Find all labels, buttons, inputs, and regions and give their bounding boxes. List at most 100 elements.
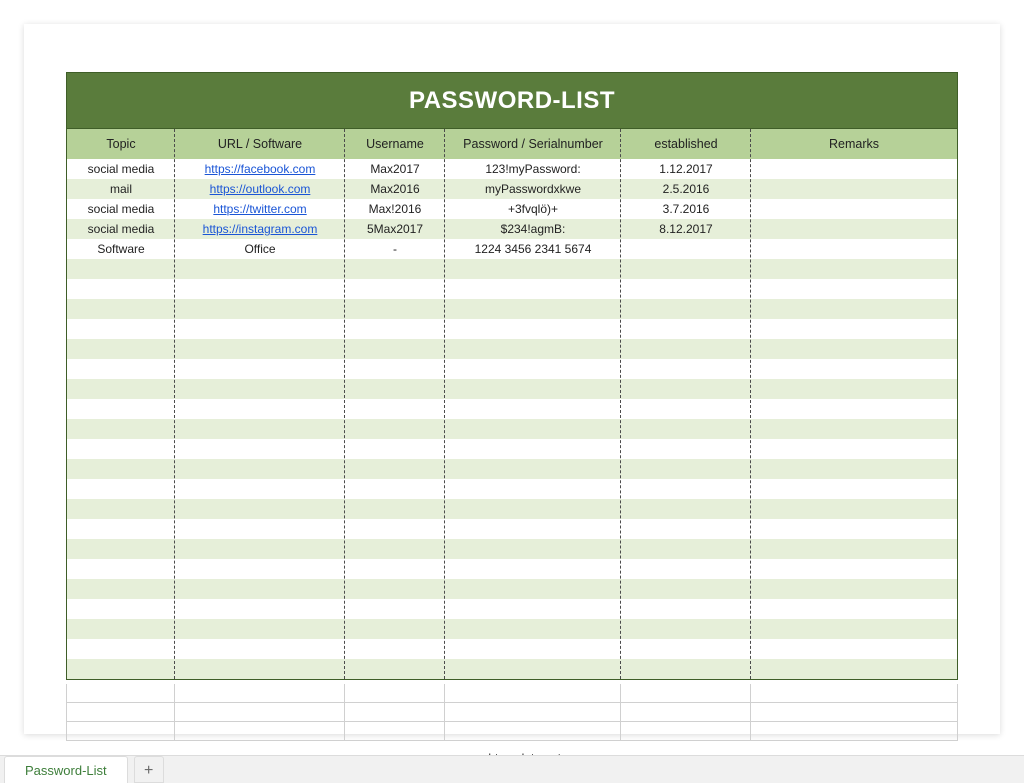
- table-cell[interactable]: Max!2016: [345, 199, 445, 219]
- table-cell[interactable]: 123!myPassword:: [445, 159, 621, 179]
- table-cell[interactable]: [751, 479, 957, 499]
- table-cell[interactable]: [751, 519, 957, 539]
- table-cell[interactable]: [345, 499, 445, 519]
- table-cell[interactable]: [67, 559, 175, 579]
- table-cell[interactable]: [621, 239, 751, 259]
- table-cell[interactable]: [345, 639, 445, 659]
- sheet-cell[interactable]: [621, 703, 751, 721]
- url-link[interactable]: https://instagram.com: [203, 222, 318, 236]
- table-cell[interactable]: [175, 299, 345, 319]
- table-cell[interactable]: [621, 419, 751, 439]
- sheet-tab-active[interactable]: Password-List: [4, 756, 128, 783]
- table-cell[interactable]: [445, 519, 621, 539]
- table-cell[interactable]: [445, 479, 621, 499]
- sheet-cell[interactable]: [175, 684, 345, 702]
- table-cell[interactable]: [621, 639, 751, 659]
- sheet-cell[interactable]: [67, 722, 175, 740]
- table-cell[interactable]: [345, 339, 445, 359]
- sheet-cell[interactable]: [345, 703, 445, 721]
- table-cell[interactable]: [175, 639, 345, 659]
- table-cell[interactable]: [751, 419, 957, 439]
- table-cell[interactable]: social media: [67, 159, 175, 179]
- table-cell[interactable]: Max2016: [345, 179, 445, 199]
- table-cell[interactable]: https://outlook.com: [175, 179, 345, 199]
- sheet-cell[interactable]: [445, 684, 621, 702]
- table-cell[interactable]: [175, 339, 345, 359]
- table-cell[interactable]: [445, 439, 621, 459]
- table-cell[interactable]: [345, 379, 445, 399]
- table-cell[interactable]: [67, 279, 175, 299]
- table-cell[interactable]: [445, 359, 621, 379]
- table-cell[interactable]: [751, 619, 957, 639]
- table-cell[interactable]: social media: [67, 199, 175, 219]
- table-cell[interactable]: [621, 579, 751, 599]
- table-cell[interactable]: [175, 539, 345, 559]
- table-cell[interactable]: [175, 519, 345, 539]
- table-cell[interactable]: [175, 619, 345, 639]
- table-cell[interactable]: [445, 319, 621, 339]
- table-cell[interactable]: [345, 579, 445, 599]
- table-cell[interactable]: 1224 3456 2341 5674: [445, 239, 621, 259]
- sheet-cell[interactable]: [345, 722, 445, 740]
- table-cell[interactable]: [445, 379, 621, 399]
- table-cell[interactable]: [67, 439, 175, 459]
- table-cell[interactable]: [621, 399, 751, 419]
- table-cell[interactable]: [751, 239, 957, 259]
- table-cell[interactable]: [621, 659, 751, 679]
- sheet-cell[interactable]: [445, 722, 621, 740]
- table-cell[interactable]: [345, 539, 445, 559]
- table-cell[interactable]: [345, 399, 445, 419]
- table-cell[interactable]: https://twitter.com: [175, 199, 345, 219]
- table-cell[interactable]: [751, 299, 957, 319]
- table-cell[interactable]: [67, 399, 175, 419]
- table-cell[interactable]: [175, 359, 345, 379]
- table-cell[interactable]: [621, 459, 751, 479]
- sheet-cell[interactable]: [67, 684, 175, 702]
- table-cell[interactable]: [445, 619, 621, 639]
- table-cell[interactable]: [621, 379, 751, 399]
- table-cell[interactable]: [751, 399, 957, 419]
- table-cell[interactable]: [67, 499, 175, 519]
- table-cell[interactable]: 1.12.2017: [621, 159, 751, 179]
- sheet-cell[interactable]: [621, 684, 751, 702]
- table-cell[interactable]: Office: [175, 239, 345, 259]
- table-cell[interactable]: [175, 659, 345, 679]
- table-cell[interactable]: [67, 359, 175, 379]
- table-cell[interactable]: [621, 319, 751, 339]
- table-cell[interactable]: [67, 619, 175, 639]
- table-cell[interactable]: [345, 559, 445, 579]
- table-cell[interactable]: [345, 259, 445, 279]
- table-cell[interactable]: [67, 539, 175, 559]
- table-cell[interactable]: [621, 559, 751, 579]
- table-cell[interactable]: [67, 599, 175, 619]
- sheet-cell[interactable]: [175, 703, 345, 721]
- table-cell[interactable]: [445, 499, 621, 519]
- table-cell[interactable]: [445, 299, 621, 319]
- table-cell[interactable]: [445, 399, 621, 419]
- table-cell[interactable]: [67, 299, 175, 319]
- table-cell[interactable]: 5Max2017: [345, 219, 445, 239]
- table-cell[interactable]: [345, 619, 445, 639]
- url-link[interactable]: https://facebook.com: [205, 162, 316, 176]
- table-cell[interactable]: [751, 659, 957, 679]
- table-cell[interactable]: [345, 519, 445, 539]
- table-cell[interactable]: [751, 219, 957, 239]
- table-cell[interactable]: [751, 559, 957, 579]
- table-cell[interactable]: [67, 259, 175, 279]
- table-cell[interactable]: myPasswordxkwe: [445, 179, 621, 199]
- table-cell[interactable]: [751, 179, 957, 199]
- table-cell[interactable]: [621, 539, 751, 559]
- table-cell[interactable]: [751, 639, 957, 659]
- table-cell[interactable]: $234!agmB:: [445, 219, 621, 239]
- table-cell[interactable]: [621, 599, 751, 619]
- table-cell[interactable]: [175, 559, 345, 579]
- table-cell[interactable]: [67, 639, 175, 659]
- table-cell[interactable]: 3.7.2016: [621, 199, 751, 219]
- table-cell[interactable]: [445, 459, 621, 479]
- table-cell[interactable]: [445, 279, 621, 299]
- table-cell[interactable]: [175, 459, 345, 479]
- table-cell[interactable]: [345, 659, 445, 679]
- table-cell[interactable]: [445, 339, 621, 359]
- sheet-cell[interactable]: [751, 684, 957, 702]
- table-cell[interactable]: [345, 419, 445, 439]
